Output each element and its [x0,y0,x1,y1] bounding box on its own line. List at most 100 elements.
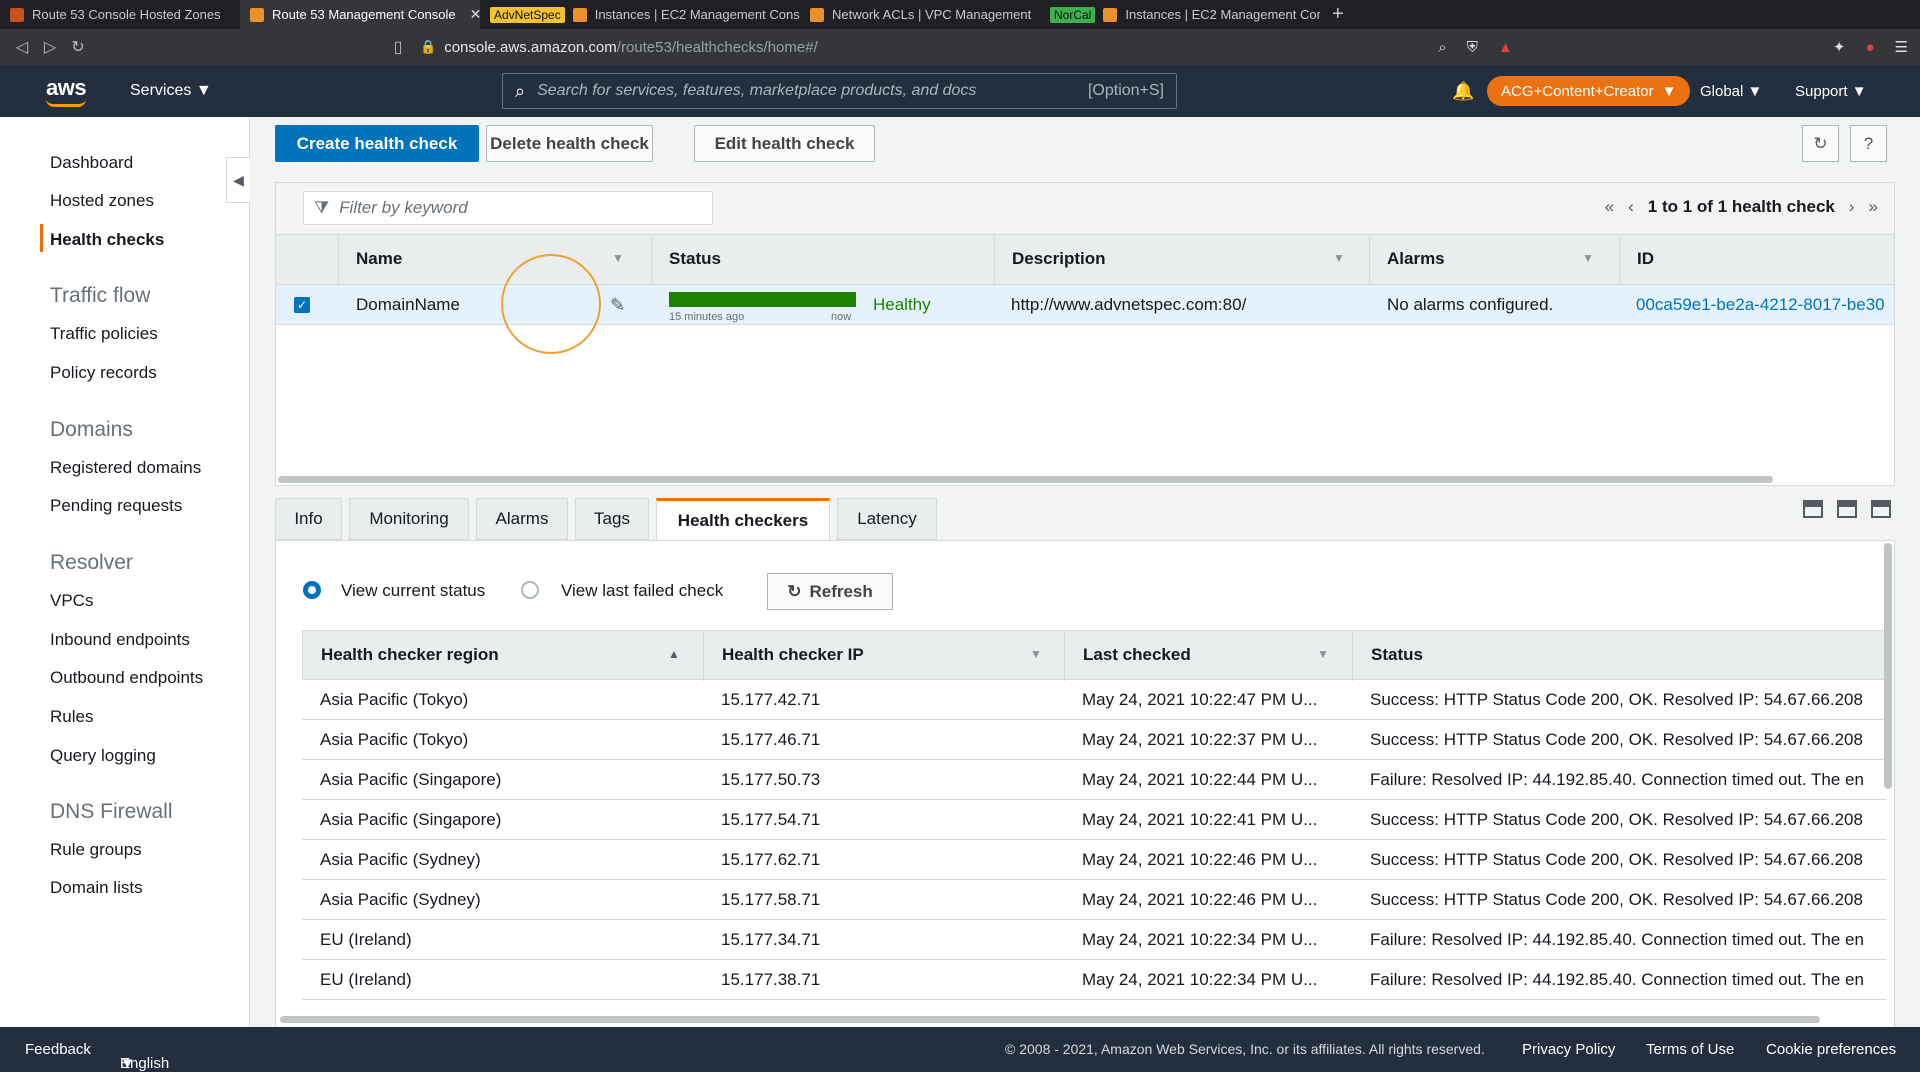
support-menu[interactable]: Support ▼ [1795,83,1867,100]
refresh-button[interactable]: ↻ [1802,125,1839,162]
sidebar-item-outbound-endpoints[interactable]: Outbound endpoints [50,668,203,688]
sidebar-item-hosted-zones[interactable]: Hosted zones [50,191,154,211]
sidebar-item-policy-records[interactable]: Policy records [50,363,157,383]
create-health-check-button[interactable]: Create health check [275,125,479,162]
sort-icon[interactable]: ▼ [1333,251,1345,265]
privacy-policy-link[interactable]: Privacy Policy [1522,1041,1615,1058]
radio-view-failed[interactable] [521,581,539,599]
aws-logo[interactable]: aws [46,75,87,107]
feedback-link[interactable]: Feedback [25,1041,91,1058]
new-tab-icon[interactable]: + [1320,3,1356,26]
extensions-icon[interactable]: ✦ [1833,38,1846,56]
tab-monitoring[interactable]: Monitoring [349,498,469,540]
layout-split-icon[interactable] [1837,500,1857,518]
sort-ascending-icon[interactable]: ▲ [668,647,680,661]
tab-latency[interactable]: Latency [837,498,937,540]
prev-page-icon[interactable]: ‹ [1628,197,1634,217]
radio-view-current[interactable] [303,581,321,599]
table-row[interactable]: EU (Ireland) 15.177.34.71 May 24, 2021 10:… [302,920,1886,960]
checker-ip: 15.177.50.73 [721,770,821,789]
sidebar-item-query-logging[interactable]: Query logging [50,746,156,766]
forward-icon[interactable]: ▷ [36,37,64,57]
sort-icon[interactable]: ▼ [1582,251,1594,265]
column-header-ip[interactable]: Health checker IP [722,645,864,665]
table-row[interactable]: Asia Pacific (Singapore) 15.177.50.73 May … [302,760,1886,800]
sidebar-item-traffic-policies[interactable]: Traffic policies [50,324,158,344]
sort-icon[interactable]: ▼ [1030,647,1042,661]
search-input[interactable]: ⌕ Search for services, features, marketp… [502,73,1177,109]
table-row[interactable]: Asia Pacific (Tokyo) 15.177.46.71 May 24, … [302,720,1886,760]
region-menu[interactable]: Global ▼ [1700,83,1762,100]
sidebar-item-pending-requests[interactable]: Pending requests [50,496,182,516]
filter-input[interactable]: ⧩ Filter by keyword [303,191,713,225]
browser-tab[interactable]: NorCal Instances | EC2 Management Cons [1040,0,1320,29]
shield-icon[interactable]: ⛨ [1467,39,1478,56]
table-row[interactable]: Asia Pacific (Sydney) 15.177.58.71 May 24,… [302,880,1886,920]
browser-tab-active[interactable]: Route 53 Management Console ✕ [240,0,480,29]
sidebar-item-vpcs[interactable]: VPCs [50,591,93,611]
account-label: ACG+Content+Creator [1501,82,1654,100]
services-menu[interactable]: Services ▼ [130,82,212,100]
sort-icon[interactable]: ▼ [612,251,624,265]
collapse-sidebar-button[interactable]: ◀ [226,157,250,203]
sidebar-item-dashboard[interactable]: Dashboard [50,153,133,173]
sidebar-item-registered-domains[interactable]: Registered domains [50,458,201,478]
layout-full-icon[interactable] [1871,500,1891,518]
browser-tab[interactable]: AdvNetSpec Instances | EC2 Management Co… [480,0,800,29]
sort-icon[interactable]: ▼ [1317,647,1329,661]
sidebar-item-inbound-endpoints[interactable]: Inbound endpoints [50,630,190,650]
column-header-description[interactable]: Description [1012,249,1106,269]
table-row[interactable]: Asia Pacific (Sydney) 15.177.62.71 May 24,… [302,840,1886,880]
browser-tab[interactable]: Route 53 Console Hosted Zones [0,0,240,29]
tab-tags[interactable]: Tags [575,498,649,540]
reload-icon[interactable]: ↻ [64,37,92,57]
delete-health-check-button[interactable]: Delete health check [486,125,653,162]
tab-info[interactable]: Info [275,498,342,540]
health-checkers-pane: View current status View last failed che… [275,540,1895,1028]
terms-of-use-link[interactable]: Terms of Use [1646,1041,1734,1058]
column-header-name[interactable]: Name [356,249,402,269]
account-menu[interactable]: ACG+Content+Creator ▼ [1487,76,1691,106]
grid-horizontal-scrollbar[interactable] [278,476,1773,483]
tab-alarms[interactable]: Alarms [476,498,568,540]
pane-vertical-scrollbar[interactable] [1884,543,1892,789]
cookie-preferences-link[interactable]: Cookie preferences [1766,1041,1896,1058]
table-row[interactable]: Asia Pacific (Tokyo) 15.177.42.71 May 24, … [302,680,1886,720]
column-header-id[interactable]: ID [1637,249,1654,269]
browser-tab[interactable]: Network ACLs | VPC Management [800,0,1040,29]
column-header-status[interactable]: Status [1371,645,1423,665]
row-checkbox[interactable]: ✓ [294,297,310,313]
warning-icon[interactable]: ▲ [1498,39,1513,56]
bookmark-icon[interactable]: ▯ [384,37,412,57]
edit-health-check-button[interactable]: Edit health check [694,125,875,162]
health-check-id-link[interactable]: 00ca59e1-be2a-4212-8017-be30 [1636,295,1885,315]
sidebar-item-rule-groups[interactable]: Rule groups [50,840,142,860]
url-field[interactable]: 🔒 console.aws.amazon.com/route53/healthc… [420,33,1500,61]
edit-pencil-icon[interactable]: ✎ [610,295,625,316]
column-header-last-checked[interactable]: Last checked [1083,645,1191,665]
table-row[interactable]: Asia Pacific (Singapore) 15.177.54.71 May … [302,800,1886,840]
sidebar-item-health-checks[interactable]: Health checks [50,230,164,250]
checker-last-checked: May 24, 2021 10:22:37 PM U... [1082,730,1318,749]
pane-horizontal-scrollbar[interactable] [280,1016,1820,1023]
tab-health-checkers[interactable]: Health checkers [656,498,830,540]
help-button[interactable]: ? [1850,125,1887,162]
sidebar-item-domain-lists[interactable]: Domain lists [50,878,143,898]
close-tab-icon[interactable]: ✕ [470,6,480,23]
first-page-icon[interactable]: « [1605,197,1614,217]
column-header-region[interactable]: Health checker region [321,645,499,665]
profile-icon[interactable]: ● [1865,39,1874,56]
next-page-icon[interactable]: › [1849,197,1855,217]
column-header-status[interactable]: Status [669,249,721,269]
notifications-bell-icon[interactable]: 🔔 [1452,81,1474,102]
checker-region: EU (Ireland) [320,930,412,949]
zoom-icon[interactable]: ⌕ [1438,39,1446,56]
refresh-checkers-button[interactable]: ↻ Refresh [767,573,893,610]
sidebar-item-rules[interactable]: Rules [50,707,93,727]
layout-bottom-icon[interactable] [1803,500,1823,518]
menu-icon[interactable]: ☰ [1895,38,1908,56]
table-row[interactable]: EU (Ireland) 15.177.38.71 May 24, 2021 10:… [302,960,1886,1000]
column-header-alarms[interactable]: Alarms [1387,249,1445,269]
back-icon[interactable]: ◁ [8,37,36,57]
last-page-icon[interactable]: » [1869,197,1878,217]
